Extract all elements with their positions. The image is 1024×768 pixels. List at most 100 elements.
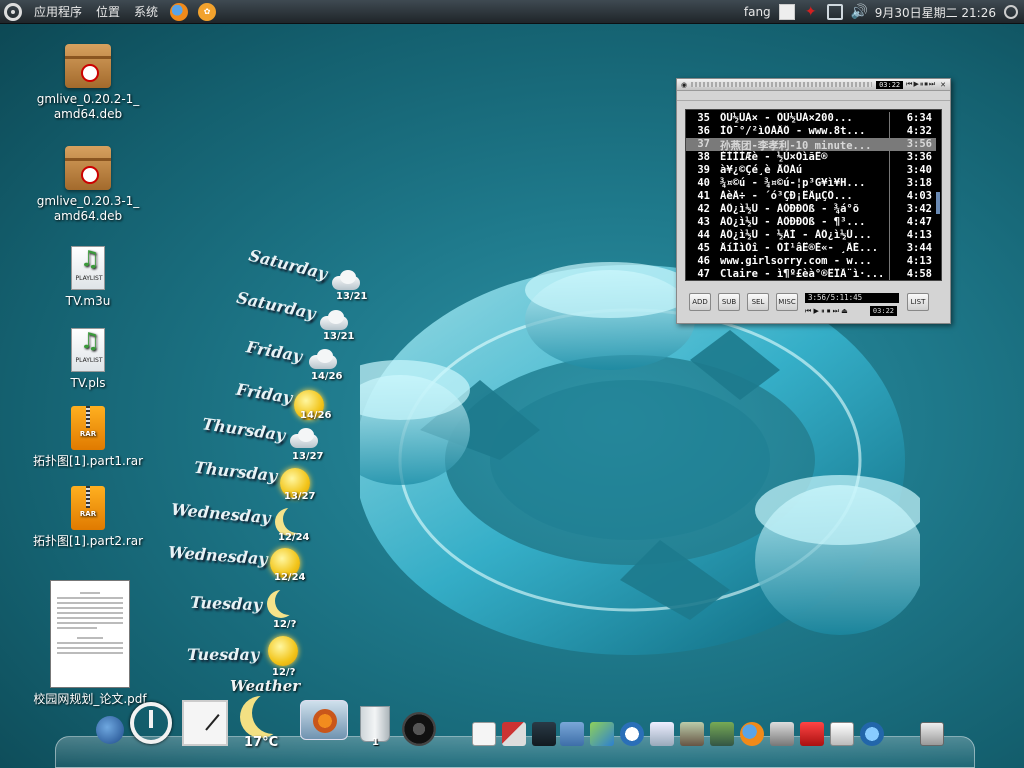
dock-temperature: 17°C — [244, 735, 279, 750]
tools-icon[interactable] — [502, 722, 526, 746]
shutdown-icon[interactable] — [1004, 5, 1018, 19]
weather-temp: 12/? — [273, 619, 297, 630]
terminal-icon[interactable] — [532, 722, 556, 746]
weather-temp: 13/27 — [284, 491, 316, 502]
playlist-row[interactable]: 44 ÁÖ¿ì½Ü - ½ÃÌ - ÁÖ¿ì½Ü... 4:13 — [686, 229, 936, 242]
settings-icon[interactable] — [770, 722, 794, 746]
track-title: ÂíÌìÓî - ÓÌ¹âÊ®É«- ¸ÃÈ... — [720, 242, 879, 254]
list-button[interactable]: LIST — [907, 293, 929, 311]
playlist-controls[interactable]: ⏮ ▶ ⏸ ⏹ ⏭ ⏏ 03:22 — [805, 306, 899, 316]
track-number: 42 — [697, 203, 710, 215]
track-number: 43 — [697, 216, 710, 228]
track-number: 41 — [697, 190, 710, 202]
track-number: 44 — [697, 229, 710, 241]
playlist-row[interactable]: 43 ÁÖ¿ì½Ü - ÀÖÐÐÕß - ¶³... 4:47 — [686, 216, 936, 229]
messenger-icon[interactable] — [860, 722, 884, 746]
system-monitor-gauge-icon[interactable] — [182, 700, 228, 746]
ubuntu-menu-icon[interactable] — [300, 700, 348, 740]
track-duration: 4:13 — [906, 255, 932, 267]
firefox-launcher-icon[interactable] — [170, 2, 189, 21]
ipod-icon[interactable] — [830, 722, 854, 746]
playlist-titlebar[interactable] — [677, 91, 950, 101]
weather-day-label: Friday — [234, 379, 294, 408]
menu-places[interactable]: 位置 — [94, 1, 122, 22]
document-icon[interactable] — [920, 722, 944, 746]
app-launcher-icon[interactable]: ✿ — [198, 2, 217, 21]
weather-temp: 14/26 — [300, 410, 332, 421]
firefox-icon[interactable] — [740, 722, 764, 746]
player-menu-icon[interactable]: ◉ — [681, 81, 687, 89]
network-monitor-icon[interactable] — [650, 722, 674, 746]
weather-temp: 13/21 — [323, 331, 355, 342]
playlist[interactable]: 35 ÖÙ½ÜÀ× - ÖÙ½ÜÀ×200... 6:34 36 ÌÖ¯°/²ìÒÀÂÖ… — [685, 109, 942, 281]
desktop-icon-pdf[interactable]: 校园网规划_论文.pdf — [28, 580, 152, 707]
speaker-icon[interactable] — [402, 712, 436, 746]
desktop-icon-gmlive-0-20-2[interactable]: gmlive_0.20.2-1_ amd64.deb — [28, 44, 148, 122]
desktop-icon-tv-pls[interactable]: ♫ PLAYLIST TV.pls — [28, 328, 148, 391]
search-icon[interactable] — [620, 722, 644, 746]
playlist-row[interactable]: 42 ÁÖ¿ì½Ü - ÀÖÐÐÕß - ¾á°õ 3:42 — [686, 203, 936, 216]
track-duration: 4:47 — [906, 216, 932, 228]
track-duration: 6:34 — [906, 112, 932, 124]
rar-archive-icon: RAR — [71, 486, 105, 530]
desktop-icon-gmlive-0-20-3[interactable]: gmlive_0.20.3-1_ amd64.deb — [28, 146, 148, 224]
misc-button[interactable]: MISC — [776, 293, 798, 311]
power-icon[interactable] — [130, 702, 172, 744]
playlist-row[interactable]: 38 ÈÌÌÌÆè - ½Ú×ÒìãË® 3:36 — [686, 151, 936, 164]
playlist-row[interactable]: 39 à¥¿©Çé¸è ÅÔÁú 3:40 — [686, 164, 936, 177]
desktop-icon-rar-part1[interactable]: RAR 拓扑图[1].part1.rar — [28, 406, 148, 469]
playlist-row[interactable]: 41 ÀèÃ÷ - ´ó³ÇÐ¡ÊÂµÇÔ... 4:03 — [686, 190, 936, 203]
playlist-row[interactable]: 45 ÂíÌìÓî - ÓÌ¹âÊ®É«- ¸ÃÈ... 3:44 — [686, 242, 936, 255]
rar-archive-icon: RAR — [71, 406, 105, 450]
mail-icon[interactable] — [560, 722, 584, 746]
sel-button[interactable]: SEL — [747, 293, 769, 311]
track-title: ÈÌÌÌÆè - ½Ú×ÒìãË® — [720, 151, 828, 163]
menu-applications[interactable]: 应用程序 — [32, 1, 84, 22]
track-duration: 3:56 — [906, 138, 932, 150]
playlist-row[interactable]: 37 孙燕团-李孝利-10 minute... 3:56 — [686, 138, 936, 151]
volume-icon[interactable]: 🔊 — [851, 4, 868, 20]
playlist-row[interactable]: 46 www.girlsorry.com - w... 4:13 — [686, 255, 936, 268]
weather-temp: 13/27 — [292, 451, 324, 462]
tray-red-icon[interactable]: ✦ — [803, 4, 819, 20]
close-icon[interactable]: ✕ — [940, 81, 946, 89]
username[interactable]: fang — [744, 5, 771, 19]
home-icon[interactable] — [472, 722, 496, 746]
ubuntu-logo-icon[interactable] — [4, 2, 22, 21]
rain-cloud-icon — [286, 428, 320, 450]
add-button[interactable]: ADD — [689, 293, 711, 311]
clock[interactable]: 9月30日星期二 21:26 — [875, 4, 996, 21]
books-icon[interactable] — [710, 722, 734, 746]
network-icon[interactable] — [826, 4, 843, 20]
package-icon — [65, 146, 111, 190]
weather-day-label: Tuesday — [187, 645, 260, 664]
chat-icon[interactable] — [800, 722, 824, 746]
cloud-icon — [305, 349, 339, 371]
playlist-row[interactable]: 47 Claire - ì¶º£èà°®ÊÎÃ¨ì·... 4:58 — [686, 268, 936, 281]
weather-temp: 12/24 — [274, 572, 306, 583]
track-duration: 4:13 — [906, 229, 932, 241]
image-viewer-icon[interactable] — [590, 722, 614, 746]
playlist-row[interactable]: 40 ¾¤©ú - ¾¤©ú-¦p³G¥ì¥H... 3:18 — [686, 177, 936, 190]
mini-time: 03:22 — [876, 80, 904, 89]
tray-status-icon[interactable] — [778, 4, 795, 20]
track-number: 38 — [697, 151, 710, 163]
globe-icon[interactable] — [96, 716, 124, 744]
desktop-icon-rar-part2[interactable]: RAR 拓扑图[1].part2.rar — [28, 486, 148, 549]
weather-day-label: Wednesday — [170, 499, 272, 528]
menu-system[interactable]: 系统 — [132, 1, 160, 22]
playlist-row[interactable]: 36 ÌÖ¯°/²ìÒÀÂÖ - www.8t... 4:32 — [686, 125, 936, 138]
sub-button[interactable]: SUB — [718, 293, 740, 311]
desktop-icon-tv-m3u[interactable]: ♫ PLAYLIST TV.m3u — [28, 246, 148, 309]
gnu-icon[interactable] — [680, 722, 704, 746]
track-number: 47 — [697, 268, 710, 280]
audio-player-window[interactable]: ◉ 03:22 ⏮▶⏸⏹⏭ ✕ 35 ÖÙ½ÜÀ× - ÖÙ½ÜÀ×200... 6… — [676, 78, 951, 324]
player-titlebar[interactable]: ◉ 03:22 ⏮▶⏸⏹⏭ ✕ — [677, 79, 950, 91]
mini-controls[interactable]: ⏮▶⏸⏹⏭ — [906, 80, 936, 89]
track-number: 45 — [697, 242, 710, 254]
playlist-scrollbar[interactable] — [936, 112, 940, 280]
top-panel: 应用程序 位置 系统 ✿ fang ✦ 🔊 9月30日星期二 21:26 — [0, 0, 1024, 24]
track-number: 36 — [697, 125, 710, 137]
weather-moon-icon[interactable] — [240, 696, 282, 738]
playlist-row[interactable]: 35 ÖÙ½ÜÀ× - ÖÙ½ÜÀ×200... 6:34 — [686, 112, 936, 125]
